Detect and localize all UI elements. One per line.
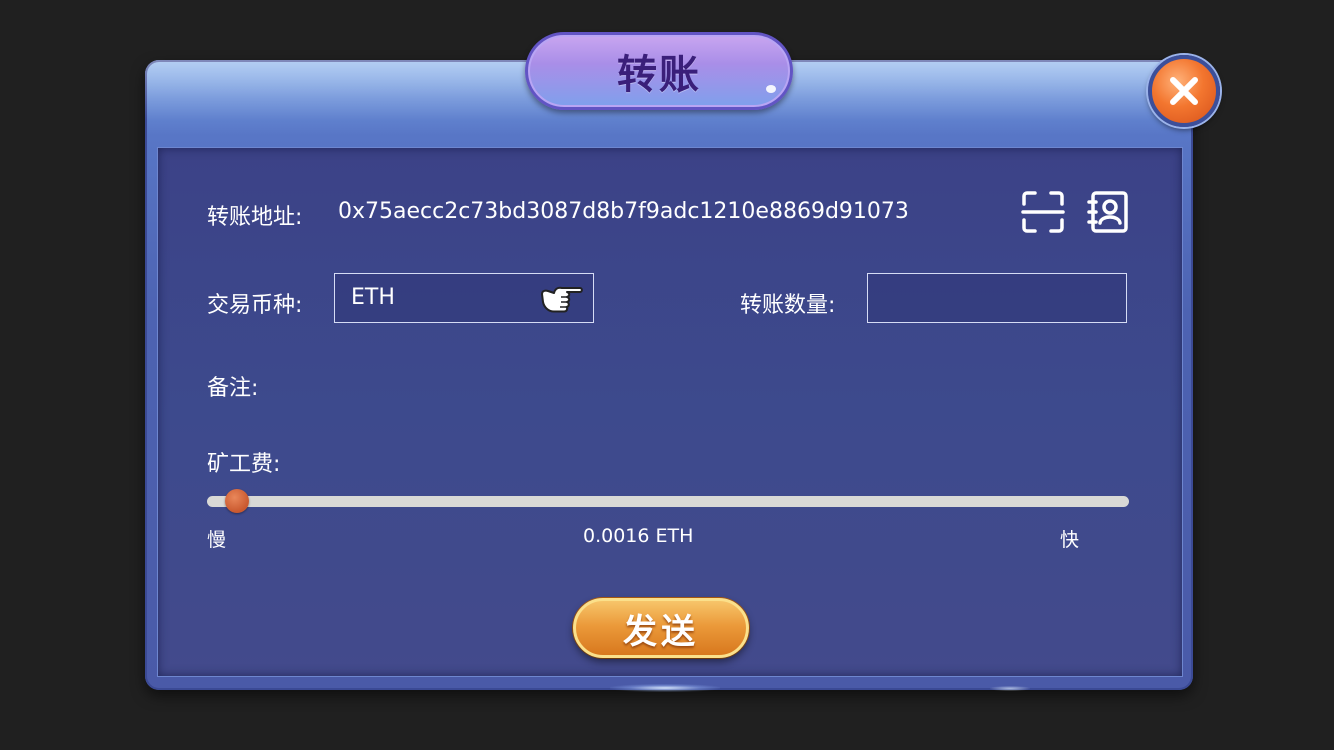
amount-label: 转账数量:: [740, 293, 836, 318]
frame-glow: [610, 684, 720, 692]
currency-value: ETH: [351, 285, 395, 310]
title-shine: [766, 85, 776, 93]
fee-slow-label: 慢: [207, 529, 227, 551]
fee-value: 0.0016 ETH: [583, 525, 694, 547]
currency-label: 交易币种:: [207, 293, 303, 318]
scan-button[interactable]: [1021, 190, 1065, 238]
scan-icon: [1021, 191, 1065, 233]
send-button-label: 发送: [623, 611, 699, 652]
fee-fast-label: 快: [1060, 529, 1080, 551]
amount-input[interactable]: [867, 273, 1127, 323]
fee-slider-thumb[interactable]: [224, 489, 249, 513]
memo-label: 备注:: [207, 376, 259, 401]
transfer-screen: 转账 转账地址: 0x75aecc2c73bd3087d8b7f9adc1210…: [0, 0, 1334, 750]
currency-select[interactable]: ETH: [334, 273, 594, 323]
contacts-icon: [1087, 191, 1128, 233]
title-banner: 转账: [525, 32, 793, 110]
fee-slider-track[interactable]: [207, 496, 1129, 507]
send-button[interactable]: 发送: [573, 598, 749, 658]
dialog-title: 转账: [617, 52, 701, 98]
close-button[interactable]: [1148, 55, 1220, 127]
address-value[interactable]: 0x75aecc2c73bd3087d8b7f9adc1210e8869d910…: [338, 199, 909, 224]
close-icon: [1170, 77, 1198, 105]
frame-glow-small: [990, 686, 1030, 691]
pointing-hand-icon: [541, 286, 583, 313]
fee-label: 矿工费:: [207, 452, 281, 477]
contacts-button[interactable]: [1087, 190, 1129, 238]
address-label: 转账地址:: [207, 205, 303, 230]
